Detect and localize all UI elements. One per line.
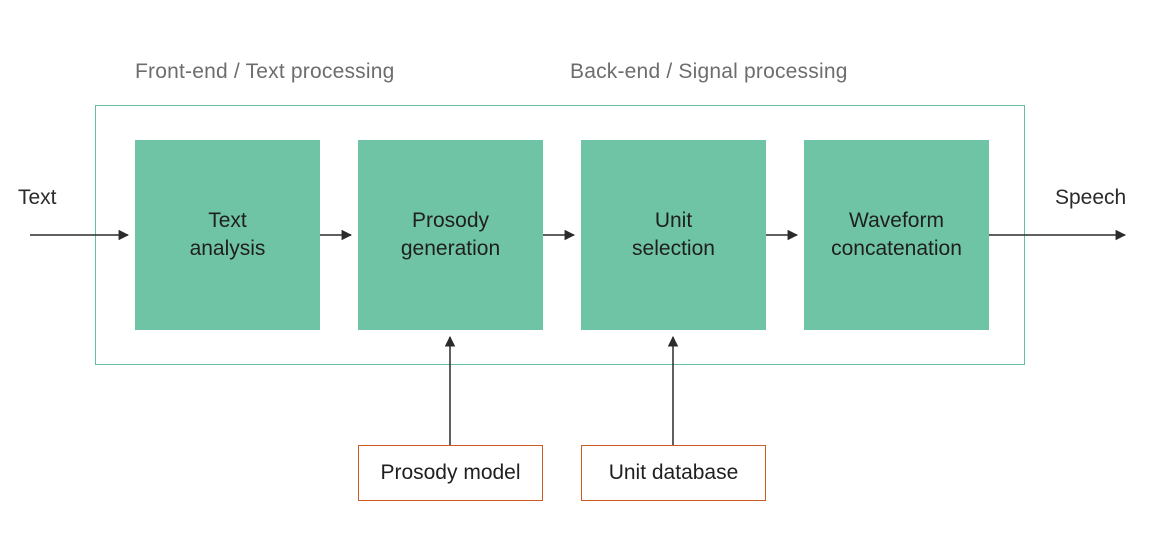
block-text-analysis-l2: analysis [190, 235, 266, 263]
block-prosody-generation-l2: generation [401, 235, 500, 263]
section-label-front: Front-end / Text processing [135, 60, 394, 84]
block-waveform-concatenation-l1: Waveform [849, 207, 944, 235]
section-label-back: Back-end / Signal processing [570, 60, 848, 84]
data-unit-database-label: Unit database [609, 461, 739, 485]
data-prosody-model-label: Prosody model [380, 461, 520, 485]
data-unit-database: Unit database [581, 445, 766, 501]
block-unit-selection: Unit selection [581, 140, 766, 330]
block-text-analysis-l1: Text [208, 207, 247, 235]
input-label: Text [18, 186, 57, 210]
block-unit-selection-l1: Unit [655, 207, 692, 235]
block-text-analysis: Text analysis [135, 140, 320, 330]
diagram-stage: Front-end / Text processing Back-end / S… [0, 0, 1150, 548]
block-waveform-concatenation-l2: concatenation [831, 235, 962, 263]
block-waveform-concatenation: Waveform concatenation [804, 140, 989, 330]
block-unit-selection-l2: selection [632, 235, 715, 263]
output-label: Speech [1055, 186, 1126, 210]
block-prosody-generation: Prosody generation [358, 140, 543, 330]
block-prosody-generation-l1: Prosody [412, 207, 489, 235]
data-prosody-model: Prosody model [358, 445, 543, 501]
